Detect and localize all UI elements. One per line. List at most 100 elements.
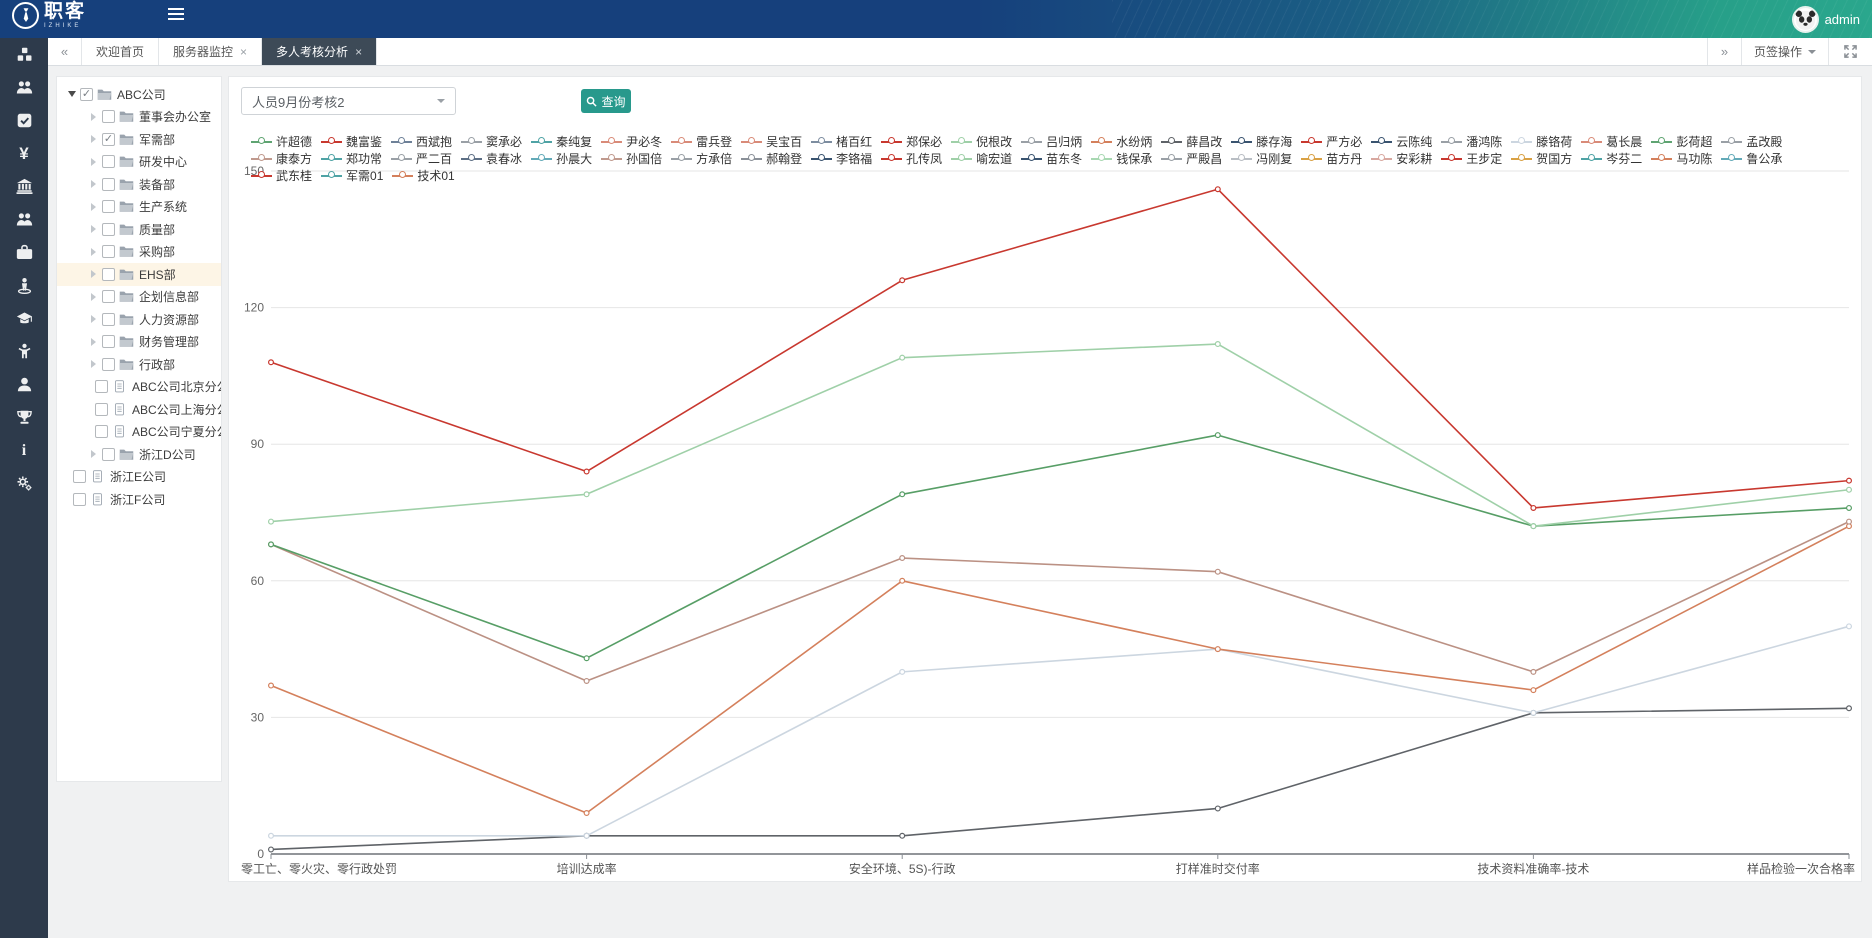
tab-1[interactable]: 欢迎首页	[82, 38, 159, 65]
tree-item[interactable]: 浙江E公司	[57, 466, 221, 489]
user-menu[interactable]: admin	[1792, 0, 1860, 38]
legend-item[interactable]: 军需01	[321, 167, 383, 184]
yen-icon[interactable]: ¥	[0, 137, 48, 170]
tree-item[interactable]: 研发中心	[57, 151, 221, 174]
legend-item[interactable]: 水纷炳	[1091, 133, 1152, 150]
legend-item[interactable]: 马功陈	[1651, 150, 1712, 167]
tree-item[interactable]: 采购部	[57, 241, 221, 264]
legend-item[interactable]: 方承倍	[671, 150, 732, 167]
tree-item[interactable]: 生产系统	[57, 196, 221, 219]
tree-item[interactable]: 企划信息部	[57, 286, 221, 309]
assessment-select[interactable]: 人员9月份考核2	[241, 87, 456, 115]
expand-arrow-icon[interactable]	[87, 270, 100, 278]
legend-item[interactable]: 窦承必	[461, 133, 522, 150]
legend-item[interactable]: 楮百红	[811, 133, 872, 150]
check-square-icon[interactable]	[0, 104, 48, 137]
legend-item[interactable]: 武东桂	[251, 167, 312, 184]
graduation-cap-icon[interactable]	[0, 302, 48, 335]
legend-item[interactable]: 安彩耕	[1371, 150, 1432, 167]
expand-arrow-icon[interactable]	[87, 113, 100, 121]
legend-item[interactable]: 吕归炳	[1021, 133, 1082, 150]
legend-item[interactable]: 严殿昌	[1161, 150, 1222, 167]
expand-arrow-icon[interactable]	[87, 180, 100, 188]
legend-item[interactable]: 许超德	[251, 133, 312, 150]
tree-item[interactable]: 装备部	[57, 173, 221, 196]
legend-item[interactable]: 钱保承	[1091, 150, 1152, 167]
legend-item[interactable]: 王步定	[1441, 150, 1502, 167]
legend-item[interactable]: 潘鸿陈	[1441, 133, 1502, 150]
legend-item[interactable]: 岑芬二	[1581, 150, 1642, 167]
legend-item[interactable]: 滕铬荷	[1511, 133, 1572, 150]
bank-icon[interactable]	[0, 170, 48, 203]
checkbox[interactable]	[95, 403, 108, 416]
cogs-icon[interactable]	[0, 467, 48, 500]
team-icon[interactable]	[0, 71, 48, 104]
trophy-icon[interactable]	[0, 401, 48, 434]
tabs-scroll-right-icon[interactable]: »	[1707, 38, 1741, 65]
expand-arrow-icon[interactable]	[87, 315, 100, 323]
checkbox[interactable]	[102, 110, 115, 123]
tree-item[interactable]: ✓ABC公司	[57, 83, 221, 106]
briefcase-icon[interactable]	[0, 236, 48, 269]
team-icon[interactable]	[0, 203, 48, 236]
legend-item[interactable]: 尹必冬	[601, 133, 662, 150]
legend-item[interactable]: 秦纯复	[531, 133, 592, 150]
legend-item[interactable]: 孙国倍	[601, 150, 662, 167]
tab-close-icon[interactable]: ×	[240, 45, 247, 59]
checkbox[interactable]	[73, 493, 86, 506]
checkbox[interactable]	[102, 290, 115, 303]
legend-item[interactable]: 苗方丹	[1301, 150, 1362, 167]
tree-item[interactable]: 质量部	[57, 218, 221, 241]
legend-item[interactable]: 李铬福	[811, 150, 872, 167]
fullscreen-toggle-icon[interactable]	[1828, 38, 1872, 65]
expand-arrow-icon[interactable]	[87, 158, 100, 166]
legend-item[interactable]: 云陈纯	[1371, 133, 1432, 150]
legend-item[interactable]: 郑保必	[881, 133, 942, 150]
info-icon[interactable]: i	[0, 434, 48, 467]
legend-item[interactable]: 冯刚复	[1231, 150, 1292, 167]
legend-item[interactable]: 彭荷超	[1651, 133, 1712, 150]
legend-item[interactable]: 郑功常	[321, 150, 382, 167]
tree-item[interactable]: 浙江D公司	[57, 443, 221, 466]
legend-item[interactable]: 喻宏道	[951, 150, 1012, 167]
tree-item[interactable]: ABC公司北京分公司	[57, 376, 221, 399]
checkbox[interactable]: ✓	[102, 133, 115, 146]
legend-item[interactable]: 吴宝百	[741, 133, 802, 150]
legend-item[interactable]: 苗东冬	[1021, 150, 1082, 167]
tree-item[interactable]: 浙江F公司	[57, 488, 221, 511]
legend-item[interactable]: 郝翰登	[741, 150, 802, 167]
expand-arrow-icon[interactable]	[87, 225, 100, 233]
expand-arrow-icon[interactable]	[87, 248, 100, 256]
street-view-icon[interactable]	[0, 269, 48, 302]
tree-item[interactable]: 人力资源部	[57, 308, 221, 331]
expand-arrow-icon[interactable]	[87, 360, 100, 368]
checkbox[interactable]: ✓	[80, 88, 93, 101]
tree-item[interactable]: 董事会办公室	[57, 106, 221, 129]
expand-arrow-icon[interactable]	[87, 450, 100, 458]
tree-item[interactable]: ✓军需部	[57, 128, 221, 151]
checkbox[interactable]	[102, 223, 115, 236]
checkbox[interactable]	[95, 425, 108, 438]
checkbox[interactable]	[102, 313, 115, 326]
legend-item[interactable]: 孙晨大	[531, 150, 592, 167]
tree-item[interactable]: ABC公司上海分公司	[57, 398, 221, 421]
expand-arrow-icon[interactable]	[87, 203, 100, 211]
checkbox[interactable]	[73, 470, 86, 483]
child-icon[interactable]	[0, 335, 48, 368]
legend-item[interactable]: 康泰方	[251, 150, 312, 167]
expand-arrow-icon[interactable]	[65, 87, 78, 101]
checkbox[interactable]	[102, 178, 115, 191]
checkbox[interactable]	[102, 155, 115, 168]
menu-toggle-icon[interactable]	[168, 13, 184, 15]
legend-item[interactable]: 孔传凤	[881, 150, 942, 167]
legend-item[interactable]: 西斌抱	[391, 133, 452, 150]
cubes-icon[interactable]	[0, 38, 48, 71]
checkbox[interactable]	[102, 448, 115, 461]
legend-item[interactable]: 贺国方	[1511, 150, 1572, 167]
tab-2[interactable]: 服务器监控×	[159, 38, 262, 65]
legend-item[interactable]: 严方必	[1301, 133, 1362, 150]
legend-item[interactable]: 鲁公承	[1721, 150, 1782, 167]
checkbox[interactable]	[102, 200, 115, 213]
checkbox[interactable]	[102, 268, 115, 281]
expand-arrow-icon[interactable]	[87, 338, 100, 346]
